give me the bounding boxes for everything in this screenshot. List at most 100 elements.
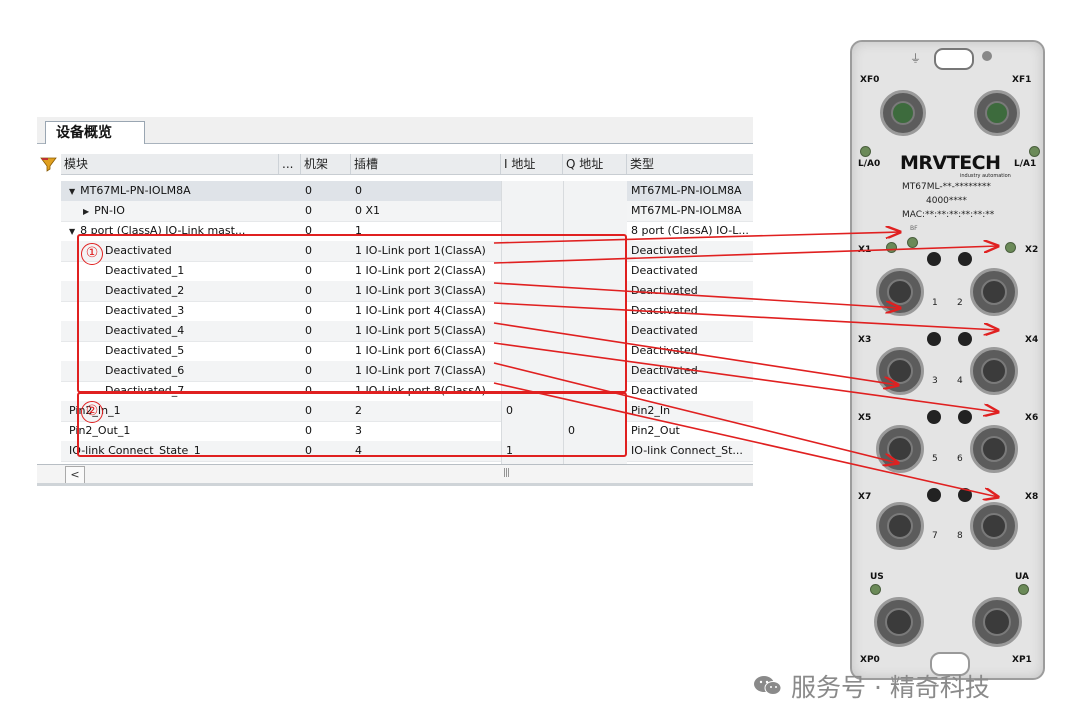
label-xf1: XF1 — [1012, 75, 1032, 85]
led-us — [870, 584, 881, 595]
port-number-8: 8 — [957, 531, 963, 541]
port-number-5: 5 — [932, 454, 938, 464]
cell-slot: 0 — [355, 184, 362, 197]
cell-type: Deactivated — [631, 304, 698, 317]
led-x2 — [1005, 242, 1016, 253]
label-x5: X5 — [858, 413, 872, 423]
port-knob-icon — [958, 332, 972, 346]
label-xf0: XF0 — [860, 75, 880, 85]
port-number-4: 4 — [957, 376, 963, 386]
brand-subtitle: industry automation — [960, 173, 1011, 179]
cell-i-addr — [501, 201, 563, 221]
cell-module: ▼ MT67ML-PN-IOLM8A — [61, 181, 301, 201]
horizontal-scrollbar[interactable]: < ||| — [37, 464, 753, 484]
annotation-box-io-link-ports — [77, 234, 627, 393]
connector-x8 — [970, 502, 1018, 550]
cell-type: Deactivated — [631, 244, 698, 257]
label-x2: X2 — [1025, 245, 1039, 255]
annotation-box-pin2-items — [77, 392, 627, 457]
label-ua: UA — [1015, 572, 1029, 582]
port-knob-icon — [927, 410, 941, 424]
brand-logo: MRVTECH — [900, 152, 1001, 174]
module-name: MT67ML-PN-IOLM8A — [80, 184, 191, 197]
cell-type: Deactivated — [631, 284, 698, 297]
connector-xf0 — [880, 90, 926, 136]
cell-type: Deactivated — [631, 384, 698, 397]
scroll-left-button[interactable]: < — [65, 466, 85, 484]
led-la0 — [860, 146, 871, 157]
label-xp1: XP1 — [1012, 655, 1032, 665]
port-knob-icon — [927, 488, 941, 502]
cell-slot: 0 X1 — [355, 204, 381, 217]
expand-down-icon[interactable]: ▼ — [69, 187, 75, 196]
connector-xf1 — [974, 90, 1020, 136]
ground-icon: ⏚ — [910, 52, 921, 65]
cell-type: MT67ML-PN-IOLM8A — [631, 204, 742, 217]
tab-bar: 设备概览 — [37, 117, 753, 144]
connector-x2 — [970, 268, 1018, 316]
column-header-rack[interactable]: 机架 — [301, 154, 351, 174]
table-row[interactable]: ▶ PN-IO 0 0 X1 MT67ML-PN-IOLM8A — [61, 201, 753, 222]
cell-type: 8 port (ClassA) IO-L... — [631, 224, 749, 237]
table-row[interactable]: ▼ MT67ML-PN-IOLM8A 0 0 MT67ML-PN-IOLM8A — [61, 181, 753, 202]
label-us: US — [870, 572, 884, 582]
tab-device-overview[interactable]: 设备概览 — [45, 121, 145, 144]
watermark-text: 服务号 · 精奇科技 — [791, 673, 990, 702]
cell-type: IO-link Connect_St... — [631, 444, 743, 457]
scroll-grip[interactable]: ||| — [503, 468, 510, 478]
cell-type: MT67ML-PN-IOLM8A — [631, 184, 742, 197]
column-header-i-address[interactable]: I 地址 — [501, 154, 563, 174]
led-x1 — [886, 242, 897, 253]
port-knob-icon — [958, 252, 972, 266]
column-header-q-address[interactable]: Q 地址 — [563, 154, 627, 174]
label-la0: L/A0 — [858, 159, 881, 169]
label-x7: X7 — [858, 492, 872, 502]
table-header: 模块 ... 机架 插槽 I 地址 Q 地址 类型 — [40, 154, 753, 175]
model-number: MT67ML-**-******** — [902, 182, 991, 192]
column-header-more[interactable]: ... — [279, 154, 301, 174]
screw-icon — [982, 51, 992, 61]
port-knob-icon — [958, 488, 972, 502]
mounting-hole-icon — [934, 48, 974, 70]
connector-x4 — [970, 347, 1018, 395]
label-x8: X8 — [1025, 492, 1039, 502]
expand-right-icon[interactable]: ▶ — [83, 207, 89, 216]
port-knob-icon — [927, 252, 941, 266]
serial-number: 4000**** — [926, 196, 967, 206]
connector-xp1 — [972, 597, 1022, 647]
module-name: PN-IO — [94, 204, 125, 217]
port-knob-icon — [927, 332, 941, 346]
filter-icon[interactable] — [39, 156, 57, 172]
label-la1: L/A1 — [1014, 159, 1037, 169]
cell-type: Deactivated — [631, 264, 698, 277]
connector-x5 — [876, 425, 924, 473]
port-knob-icon — [958, 410, 972, 424]
port-number-2: 2 — [957, 298, 963, 308]
port-number-1: 1 — [932, 298, 938, 308]
connector-xp0 — [874, 597, 924, 647]
annotation-number-1: ① — [81, 243, 103, 265]
port-number-7: 7 — [932, 531, 938, 541]
label-bf: BF — [910, 225, 918, 232]
connector-x7 — [876, 502, 924, 550]
annotation-number-2: ② — [81, 401, 103, 423]
connector-x6 — [970, 425, 1018, 473]
led-ua — [1018, 584, 1029, 595]
cell-type: Pin2_Out — [631, 424, 680, 437]
cell-q-addr — [563, 181, 627, 201]
expand-down-icon[interactable]: ▼ — [69, 227, 75, 236]
column-header-slot[interactable]: 插槽 — [351, 154, 501, 174]
cell-rack: 0 — [305, 204, 312, 217]
label-x4: X4 — [1025, 335, 1039, 345]
connector-x3 — [876, 347, 924, 395]
cell-rack: 0 — [305, 184, 312, 197]
cell-type: Deactivated — [631, 344, 698, 357]
label-x6: X6 — [1025, 413, 1039, 423]
led-la1 — [1029, 146, 1040, 157]
cell-module: ▶ PN-IO — [61, 201, 301, 221]
label-x1: X1 — [858, 245, 872, 255]
column-header-type[interactable]: 类型 — [627, 154, 753, 174]
cell-q-addr — [563, 201, 627, 221]
column-header-module[interactable]: 模块 — [61, 154, 279, 174]
label-x3: X3 — [858, 335, 872, 345]
